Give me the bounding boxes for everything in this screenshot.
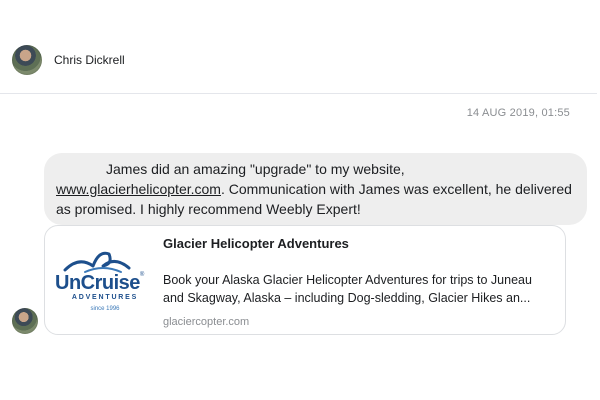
message-timestamp: 14 AUG 2019, 01:55 <box>466 107 570 119</box>
message-website-link[interactable]: www.glacierhelicopter.com <box>56 181 221 197</box>
sender-name[interactable]: Chris Dickrell <box>54 53 125 67</box>
link-preview-card[interactable]: UnCruise® ADVENTURES since 1996 Glacier … <box>44 225 566 335</box>
logo-wordmark: UnCruise® <box>55 272 155 295</box>
link-preview-title[interactable]: Glacier Helicopter Adventures <box>163 236 349 251</box>
divider <box>0 93 597 94</box>
link-preview-domain: glaciercopter.com <box>163 316 250 328</box>
link-preview-description: Book your Alaska Glacier Helicopter Adve… <box>163 271 558 307</box>
message-header <box>12 45 42 75</box>
logo-since: since 1996 <box>90 306 120 312</box>
message-bubble: James did an amazing "upgrade" to my web… <box>44 153 587 225</box>
sender-avatar-small[interactable] <box>12 308 38 334</box>
logo-word-text: UnCruise <box>55 272 140 294</box>
link-preview-description-line: Book your Alaska Glacier Helicopter Adve… <box>163 273 532 287</box>
uncruise-logo: UnCruise® ADVENTURES since 1996 <box>55 246 151 326</box>
logo-trademark: ® <box>139 272 144 278</box>
message-text-before-link: James did an amazing "upgrade" to my web… <box>106 161 405 177</box>
logo-subtitle: ADVENTURES <box>71 294 139 301</box>
link-preview-description-line: and Skagway, Alaska – including Dog-sled… <box>163 291 531 305</box>
sender-avatar[interactable] <box>12 45 42 75</box>
